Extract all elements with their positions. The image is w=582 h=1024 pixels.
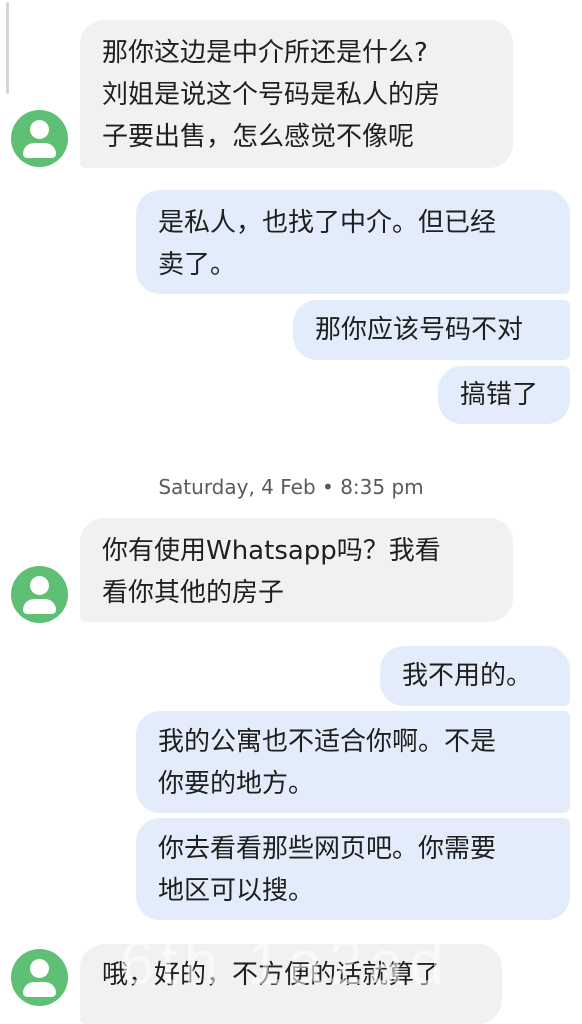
contact-avatar[interactable]: [11, 566, 68, 623]
message-timestamp: Saturday, 4 Feb • 8:35 pm: [158, 475, 424, 499]
message-bubble-outgoing[interactable]: 你去看看那些网页吧。你需要 地区可以搜。: [136, 818, 570, 920]
person-icon: [30, 576, 49, 595]
contact-avatar[interactable]: [11, 110, 68, 167]
message-bubble-incoming[interactable]: 你有使用Whatsapp吗？我看 看你其他的房子: [80, 518, 513, 622]
message-bubble-outgoing[interactable]: 那你应该号码不对: [293, 300, 570, 360]
message-bubble-outgoing[interactable]: 我不用的。: [380, 646, 570, 706]
message-bubble-incoming[interactable]: 哦，好的，不方便的话就算了: [80, 944, 502, 1024]
scrollbar[interactable]: [6, 2, 9, 94]
message-bubble-outgoing[interactable]: 搞错了: [438, 366, 570, 424]
message-bubble-outgoing[interactable]: 我的公寓也不适合你啊。不是 你要的地方。: [136, 711, 570, 813]
person-icon: [30, 959, 49, 978]
person-icon: [30, 120, 49, 139]
message-bubble-outgoing[interactable]: 是私人，也找了中介。但已经 卖了。: [136, 190, 570, 294]
message-bubble-incoming[interactable]: 那你这边是中介所还是什么? 刘姐是说这个号码是私人的房 子要出售，怎么感觉不像呢: [80, 20, 513, 168]
contact-avatar[interactable]: [11, 949, 68, 1006]
